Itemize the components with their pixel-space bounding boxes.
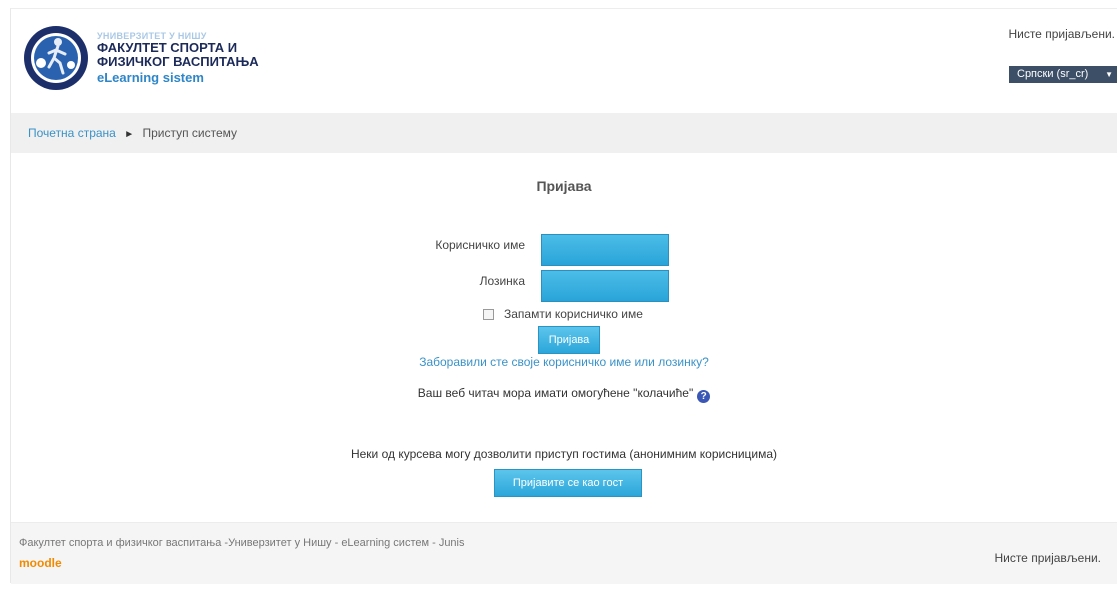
help-icon[interactable]: ?	[697, 390, 711, 403]
logo-system: eLearning sistem	[97, 69, 204, 85]
page-header: УНИВЕРЗИТЕТ У НИШУ ФАКУЛТЕТ СПОРТА И ФИЗ…	[11, 9, 1117, 109]
breadcrumb-separator-icon: ►	[124, 129, 135, 140]
language-select[interactable]: Српски (sr_cr) ▼	[1009, 66, 1117, 83]
faculty-emblem-icon	[24, 26, 88, 90]
language-select-value: Српски (sr_cr)	[1017, 68, 1089, 80]
breadcrumb-home-link[interactable]: Почетна страна	[28, 126, 116, 140]
login-button[interactable]: Пријава	[538, 326, 600, 354]
remember-username: Запамти корисничко име	[483, 307, 643, 321]
logo-faculty-line1: ФАКУЛТЕТ СПОРТА И	[97, 40, 238, 56]
moodle-logo[interactable]: moodle	[19, 556, 62, 570]
remember-checkbox[interactable]	[483, 308, 494, 320]
breadcrumb-current: Приступ систему	[142, 126, 238, 140]
forgot-password-link-text[interactable]: Заборавили сте своје корисничко име или …	[419, 355, 709, 369]
password-label: Лозинка	[479, 274, 525, 288]
breadcrumb: Почетна страна ► Приступ систему	[11, 113, 1117, 153]
cookies-notice-text: Ваш веб читач мора имати омогућене "кола…	[417, 386, 694, 400]
guest-login-button[interactable]: Пријавите се као гост	[494, 469, 642, 497]
site-logo[interactable]: УНИВЕРЗИТЕТ У НИШУ ФАКУЛТЕТ СПОРТА И ФИЗ…	[23, 25, 259, 91]
username-label: Корисничко име	[435, 238, 525, 252]
logo-text: УНИВЕРЗИТЕТ У НИШУ ФАКУЛТЕТ СПОРТА И ФИЗ…	[97, 31, 259, 85]
cookies-notice: Ваш веб читач мора имати омогућене "кола…	[11, 386, 1117, 403]
remember-label: Запамти корисничко име	[504, 307, 643, 321]
page-footer: Факултет спорта и физичког васпитања -Ун…	[11, 522, 1117, 584]
footer-login-status: Нисте пријављени.	[994, 551, 1101, 565]
forgot-password-link: Заборавили сте своје корисничко име или …	[11, 355, 1117, 369]
dropdown-arrow-icon: ▼	[1105, 70, 1113, 79]
username-input[interactable]	[541, 234, 669, 266]
password-input[interactable]	[541, 270, 669, 302]
footer-text: Факултет спорта и физичког васпитања -Ун…	[19, 537, 465, 549]
login-title: Пријава	[536, 178, 592, 194]
page-frame: УНИВЕРЗИТЕТ У НИШУ ФАКУЛТЕТ СПОРТА И ФИЗ…	[10, 8, 1117, 584]
login-status: Нисте пријављени.	[1008, 27, 1115, 41]
logo-faculty-line2: ФИЗИЧКОГ ВАСПИТАЊА	[97, 53, 259, 69]
guest-access-note: Неки од курсева могу дозволити приступ г…	[350, 447, 778, 461]
